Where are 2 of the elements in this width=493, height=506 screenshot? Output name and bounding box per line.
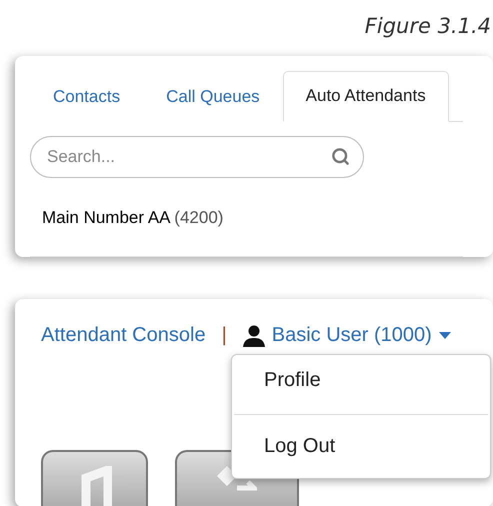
figure-caption: Figure 3.1.4	[364, 14, 491, 38]
separator: |	[222, 324, 227, 347]
